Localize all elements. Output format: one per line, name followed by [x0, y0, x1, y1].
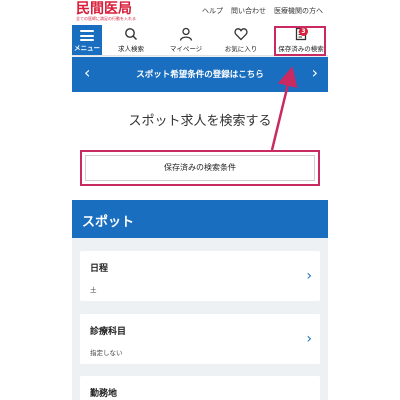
- nav-item-favorites[interactable]: お気に入り: [216, 27, 266, 53]
- search-icon: [125, 28, 138, 41]
- logo-tagline: 全ての医師に満足の行動を入れる: [76, 16, 136, 21]
- field-title: 日程: [90, 264, 109, 274]
- hamburger-icon: [80, 30, 94, 41]
- mobile-viewport: 民間医局 全ての医師に満足の行動を入れる ヘルプ 問い合わせ 医療機関の方へ メ…: [72, 0, 328, 400]
- saved-search-button-highlight: 保存済みの検索条件: [80, 150, 320, 186]
- nav-item-label: マイページ: [169, 45, 203, 53]
- chevron-right-icon: ›: [306, 268, 312, 284]
- medical-institution-link[interactable]: 医療機関の方へ: [274, 6, 323, 16]
- search-title: スポット求人を検索する: [128, 114, 272, 129]
- contact-link[interactable]: 問い合わせ: [231, 6, 266, 16]
- field-department[interactable]: 診療科目 指定しない ›: [80, 314, 320, 364]
- saved-search-nav-highlight: [274, 26, 326, 56]
- nav-item-job-search[interactable]: 求人検索: [106, 27, 156, 53]
- saved-search-conditions-button[interactable]: 保存済みの検索条件: [85, 155, 315, 181]
- chevron-right-icon[interactable]: ›: [312, 63, 318, 82]
- field-schedule[interactable]: 日程 土 ›: [80, 251, 320, 301]
- nav-item-mypage[interactable]: マイページ: [161, 27, 211, 53]
- nav-item-label: お気に入り: [224, 45, 258, 53]
- nav-item-label: 求人検索: [118, 45, 144, 53]
- top-bar: 民間医局 全ての医師に満足の行動を入れる ヘルプ 問い合わせ 医療機関の方へ: [72, 0, 328, 22]
- banner-text: スポット希望条件の登録はこちら: [136, 70, 264, 80]
- menu-button[interactable]: メニュー: [72, 25, 102, 55]
- search-section: スポット求人を検索する 保存済みの検索条件: [72, 92, 328, 200]
- logo-wordmark: 民間医局: [76, 1, 132, 17]
- chevron-right-icon: ›: [306, 331, 312, 347]
- field-work-location[interactable]: 勤務地: [80, 376, 320, 400]
- heart-icon: [234, 28, 248, 41]
- field-title: 診療科目: [90, 327, 127, 337]
- spot-registration-banner[interactable]: ‹ スポット希望条件の登録はこちら ›: [72, 57, 328, 92]
- field-value: 指定しない: [90, 349, 123, 357]
- menu-label: メニュー: [74, 44, 100, 52]
- top-links: ヘルプ 問い合わせ 医療機関の方へ: [202, 6, 323, 16]
- site-logo[interactable]: 民間医局 全ての医師に満足の行動を入れる: [76, 2, 148, 22]
- person-icon: [179, 27, 193, 41]
- spot-section-header: スポット: [72, 200, 328, 238]
- help-link[interactable]: ヘルプ: [202, 6, 223, 16]
- field-value: 土: [90, 286, 97, 294]
- field-title: 勤務地: [90, 389, 118, 399]
